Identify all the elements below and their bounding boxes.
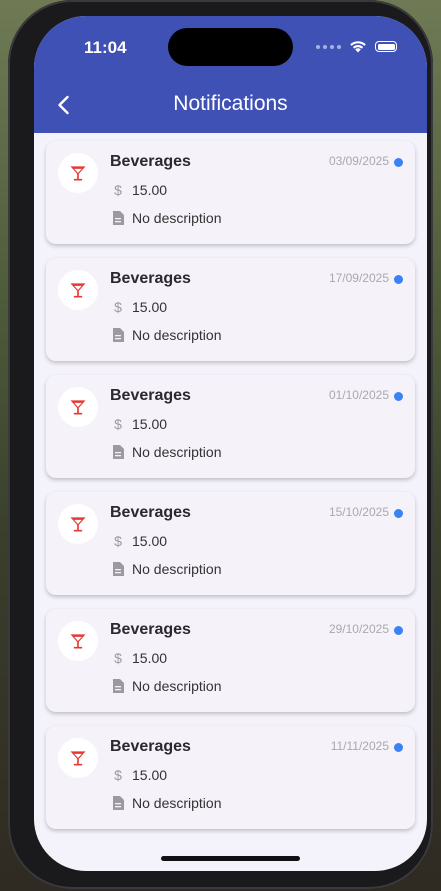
description-text: No description — [132, 210, 222, 226]
description-row: No description — [112, 210, 222, 226]
battery-icon — [375, 41, 397, 52]
status-icons — [316, 40, 397, 53]
category-name: Beverages — [110, 153, 191, 170]
document-icon — [113, 211, 124, 225]
dollar-icon: $ — [114, 299, 122, 315]
description-row: No description — [112, 561, 222, 577]
page-title: Notifications — [173, 92, 288, 115]
unread-dot — [394, 743, 403, 752]
description-row: No description — [112, 795, 222, 811]
amount-value: 15.00 — [132, 299, 168, 315]
notification-card[interactable]: Beverages 11/11/2025 $15.00 No description — [46, 726, 415, 829]
description-text: No description — [132, 561, 222, 577]
category-name: Beverages — [110, 270, 191, 287]
amount-row: $15.00 — [112, 767, 167, 783]
wifi-icon — [350, 41, 366, 53]
cocktail-glass-icon — [70, 400, 86, 415]
amount-row: $15.00 — [112, 299, 167, 315]
notification-date: 01/10/2025 — [328, 388, 389, 402]
description-row: No description — [112, 444, 222, 460]
category-icon-circle — [58, 153, 98, 193]
notification-date: 03/09/2025 — [328, 154, 389, 168]
notification-date: 11/11/2025 — [330, 739, 389, 753]
status-time: 11:04 — [84, 38, 127, 57]
unread-dot — [394, 626, 403, 635]
category-name: Beverages — [110, 387, 191, 404]
notification-date: 15/10/2025 — [328, 505, 389, 519]
category-icon-circle — [58, 504, 98, 544]
category-name: Beverages — [110, 621, 191, 638]
unread-dot — [394, 392, 403, 401]
notification-date: 17/09/2025 — [328, 271, 389, 285]
amount-value: 15.00 — [132, 416, 168, 432]
description-text: No description — [132, 327, 222, 343]
amount-value: 15.00 — [132, 182, 168, 198]
document-icon — [113, 562, 124, 576]
category-name: Beverages — [110, 738, 191, 755]
amount-value: 15.00 — [132, 767, 168, 783]
unread-dot — [394, 275, 403, 284]
dollar-icon: $ — [114, 416, 122, 432]
description-text: No description — [132, 795, 222, 811]
cocktail-glass-icon — [70, 751, 86, 766]
description-text: No description — [132, 678, 222, 694]
document-icon — [113, 679, 124, 693]
category-icon-circle — [58, 270, 98, 310]
dollar-icon: $ — [114, 767, 122, 783]
dollar-icon: $ — [114, 650, 122, 666]
notification-card[interactable]: Beverages 29/10/2025 $15.00 No description — [46, 609, 415, 712]
document-icon — [113, 445, 124, 459]
dollar-icon: $ — [114, 182, 122, 198]
cocktail-glass-icon — [70, 634, 86, 649]
amount-row: $15.00 — [112, 182, 167, 198]
amount-value: 15.00 — [132, 650, 168, 666]
cocktail-glass-icon — [70, 166, 86, 181]
notification-card[interactable]: Beverages 15/10/2025 $15.00 No description — [46, 492, 415, 595]
cocktail-glass-icon — [70, 283, 86, 298]
cocktail-glass-icon — [70, 517, 86, 532]
amount-value: 15.00 — [132, 533, 168, 549]
dollar-icon: $ — [114, 533, 122, 549]
category-icon-circle — [58, 621, 98, 661]
document-icon — [113, 328, 124, 342]
document-icon — [113, 796, 124, 810]
amount-row: $15.00 — [112, 650, 167, 666]
app-header: 11:04 Notifications — [34, 16, 427, 133]
category-icon-circle — [58, 738, 98, 778]
amount-row: $15.00 — [112, 416, 167, 432]
category-icon-circle — [58, 387, 98, 427]
notification-card[interactable]: Beverages 17/09/2025 $15.00 No description — [46, 258, 415, 361]
unread-dot — [394, 158, 403, 167]
cellular-signal-icon — [316, 44, 341, 49]
dynamic-island — [168, 28, 293, 66]
home-indicator[interactable] — [161, 856, 300, 861]
description-row: No description — [112, 678, 222, 694]
phone-frame: 11:04 Notifications Beverages 03/09/2025 $… — [8, 0, 433, 889]
category-name: Beverages — [110, 504, 191, 521]
notification-card[interactable]: Beverages 03/09/2025 $15.00 No description — [46, 141, 415, 244]
notification-card[interactable]: Beverages 01/10/2025 $15.00 No description — [46, 375, 415, 478]
amount-row: $15.00 — [112, 533, 167, 549]
description-text: No description — [132, 444, 222, 460]
screen: 11:04 Notifications Beverages 03/09/2025 $… — [34, 16, 427, 871]
notification-date: 29/10/2025 — [328, 622, 389, 636]
description-row: No description — [112, 327, 222, 343]
unread-dot — [394, 509, 403, 518]
